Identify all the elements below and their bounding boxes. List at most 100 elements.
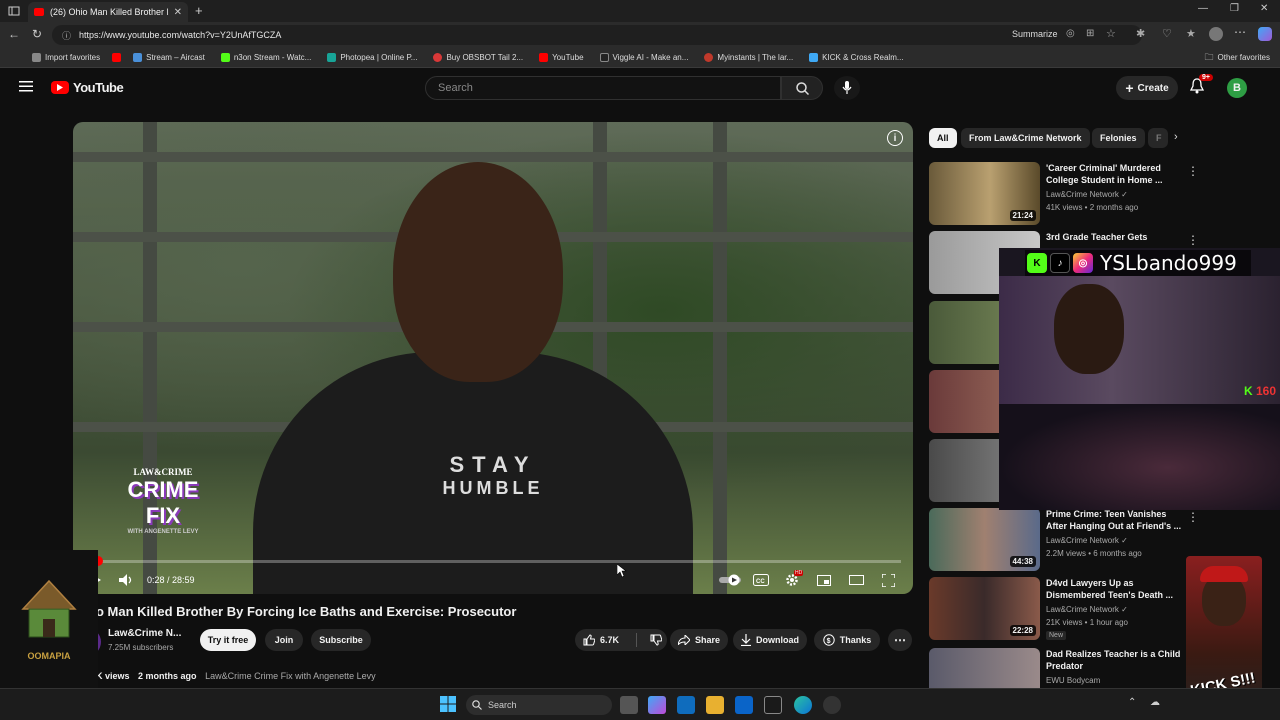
bookmark-item[interactable]: KICK & Cross Realm... (801, 53, 911, 62)
fullscreen-button[interactable] (879, 572, 897, 588)
bookmark-item[interactable]: YouTube (531, 53, 591, 62)
kebab-menu-icon[interactable]: ⋮ (1187, 510, 1199, 524)
other-favorites[interactable]: 🗀 Other favorites (1197, 50, 1280, 66)
store-icon[interactable] (677, 696, 695, 714)
video-thumbnail[interactable]: 44:38 (929, 508, 1040, 571)
miniplayer-button[interactable] (815, 572, 833, 588)
rec-title[interactable]: Dad Realizes Teacher is a Child Predator (1046, 648, 1186, 672)
taskbar-search[interactable]: Search (466, 695, 612, 715)
chips-next-icon[interactable]: › (1174, 131, 1178, 143)
settings-button[interactable]: HD (783, 570, 804, 588)
hamburger-menu-icon[interactable] (19, 80, 33, 92)
autoplay-toggle[interactable] (719, 572, 741, 588)
bookmark-item[interactable]: Viggle AI - Make an... (592, 53, 697, 62)
chip-partial[interactable]: F (1148, 128, 1168, 148)
browser-tab-active[interactable]: (26) Ohio Man Killed Brother By F ✕ (28, 2, 188, 22)
bookmark-item[interactable]: n3on Stream - Watc... (213, 53, 320, 62)
tray-chevron-icon[interactable]: ⌃ (1128, 697, 1136, 708)
theater-mode-button[interactable] (847, 572, 865, 588)
task-view-icon[interactable] (620, 696, 638, 714)
cloud-icon[interactable]: ☁ (1150, 697, 1160, 708)
refresh-icon[interactable]: ↻ (32, 27, 42, 41)
progress-bar[interactable] (85, 560, 901, 563)
bookmark-item[interactable]: Import favorites (0, 53, 108, 62)
rec-title[interactable]: Prime Crime: Teen Vanishes After Hanging… (1046, 508, 1186, 532)
kick-logo-icon: K (1027, 253, 1047, 273)
playlist-link[interactable]: Law&Crime Crime Fix with Angenette Levy (205, 671, 376, 681)
account-avatar[interactable]: B (1227, 78, 1247, 98)
rec-channel[interactable]: Law&Crime Network ✓ (1046, 190, 1128, 199)
rec-channel[interactable]: Law&Crime Network ✓ (1046, 536, 1128, 545)
bookmark-item[interactable]: Stream – Aircast (125, 53, 213, 62)
search-button[interactable] (781, 76, 823, 100)
miniplayer-icon (817, 574, 831, 586)
restore-icon[interactable]: ❐ (1230, 3, 1239, 14)
app-available-icon[interactable]: ⊞ (1086, 28, 1094, 39)
captions-button[interactable]: CC (751, 572, 771, 588)
windows-start-icon[interactable] (440, 696, 458, 714)
close-tab-icon[interactable]: ✕ (174, 7, 182, 18)
site-info-icon[interactable]: ⓘ (62, 29, 71, 42)
chip-from-channel[interactable]: From Law&Crime Network (961, 128, 1090, 148)
edge-icon[interactable] (794, 696, 812, 714)
kebab-menu-icon[interactable]: ⋮ (1187, 164, 1199, 178)
video-player[interactable]: STAY HUMBLE i LAW&CRIME CRIME FIX WITH A… (73, 122, 913, 594)
volume-button[interactable] (117, 572, 135, 588)
minimize-icon[interactable]: — (1198, 3, 1208, 14)
share-button[interactable]: Share (670, 629, 728, 651)
new-badge: New (1046, 631, 1067, 640)
favorites-icon[interactable]: ★ (1186, 27, 1196, 40)
info-icon[interactable]: i (887, 130, 903, 146)
chip-felonies[interactable]: Felonies (1092, 128, 1145, 148)
join-button[interactable]: Join (265, 629, 303, 651)
summarize-button[interactable]: Summarize (1012, 29, 1058, 39)
rec-title[interactable]: D4vd Lawyers Up as Dismembered Teen's De… (1046, 577, 1186, 601)
more-menu-icon[interactable]: ⋯ (1234, 25, 1246, 39)
bookmark-item[interactable]: Myinstants | The lar... (696, 53, 801, 62)
recommended-video[interactable]: 21:24 'Career Criminal' Murdered College… (929, 162, 1269, 226)
try-free-button[interactable]: Try it free (200, 629, 256, 651)
favorite-star-icon[interactable]: ☆ (1106, 27, 1116, 40)
copilot-taskbar-icon[interactable] (648, 696, 666, 714)
tab-actions-icon[interactable] (8, 5, 20, 17)
chip-all[interactable]: All (929, 128, 957, 148)
back-icon[interactable]: ← (8, 27, 20, 41)
youtube-logo[interactable]: YouTube (51, 80, 124, 95)
voice-search-button[interactable] (834, 76, 860, 100)
dislike-button[interactable] (650, 634, 663, 646)
video-thumbnail[interactable]: 22:28 (929, 577, 1040, 640)
bookmark-item[interactable] (108, 53, 125, 62)
close-window-icon[interactable]: ✕ (1260, 3, 1268, 14)
like-button[interactable]: 6.7K (583, 634, 619, 646)
rec-channel[interactable]: Law&Crime Network ✓ (1046, 605, 1128, 614)
url-field[interactable]: ⓘ https://www.youtube.com/watch?v=Y2UnAf… (52, 25, 1142, 45)
video-thumbnail[interactable] (929, 648, 1040, 688)
bookmark-item[interactable]: Buy OBSBOT Tail 2... (425, 53, 531, 62)
obs-icon[interactable] (823, 696, 841, 714)
video-thumbnail[interactable]: 21:24 (929, 162, 1040, 225)
copilot-icon[interactable] (1258, 27, 1272, 41)
rec-title[interactable]: 3rd Grade Teacher Gets (1046, 231, 1186, 243)
download-button[interactable]: Download (733, 629, 807, 651)
profile-avatar[interactable] (1209, 27, 1223, 41)
description-summary[interactable]: K views 2 months ago Law&Crime Crime Fix… (96, 671, 376, 681)
extensions-icon[interactable]: ✱ (1136, 27, 1145, 40)
viewer-count-value: 160 (1255, 384, 1276, 398)
more-actions-button[interactable]: ⋯ (888, 629, 912, 651)
channel-name[interactable]: Law&Crime N... (108, 628, 181, 639)
create-button[interactable]: + Create (1116, 76, 1178, 100)
copilot-summarize-icon[interactable]: ◎ (1066, 28, 1075, 39)
notifications-button[interactable]: 9+ (1190, 74, 1213, 94)
browser-essentials-icon[interactable]: ♡ (1162, 27, 1172, 40)
new-tab-icon[interactable]: + (195, 3, 203, 18)
app-icon[interactable] (764, 696, 782, 714)
search-input[interactable]: Search (425, 76, 781, 100)
rec-title[interactable]: 'Career Criminal' Murdered College Stude… (1046, 162, 1186, 186)
file-explorer-icon[interactable] (706, 696, 724, 714)
thanks-button[interactable]: $ Thanks (814, 629, 880, 651)
outlook-icon[interactable] (735, 696, 753, 714)
kebab-menu-icon[interactable]: ⋮ (1187, 233, 1199, 247)
bookmark-item[interactable]: Photopea | Online P... (319, 53, 425, 62)
subscribe-button[interactable]: Subscribe (311, 629, 371, 651)
rec-channel[interactable]: EWU Bodycam (1046, 676, 1100, 685)
